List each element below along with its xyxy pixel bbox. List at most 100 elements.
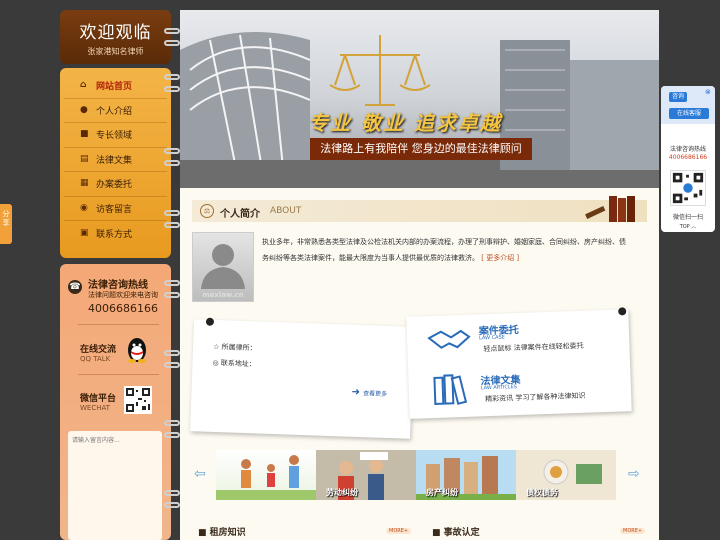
hero-banner: 专业 敬业 追求卓越 法律路上有我陪伴 您身边的最佳法律顾问: [180, 10, 659, 188]
service-case-desc: 轻点鼠标 法律案件在线轻松委托: [483, 341, 584, 354]
binder-ring: [164, 222, 180, 228]
about-title: 个人简介: [220, 209, 260, 220]
service-articles-en: LAW ARTICLES: [480, 384, 518, 392]
more-intro-link[interactable]: [ 更多介绍 ]: [481, 254, 519, 262]
online-service-button[interactable]: 在线客服: [669, 108, 709, 119]
binder-ring: [164, 280, 180, 286]
consult-badge: 咨询: [669, 92, 687, 102]
binder-ring: [164, 40, 180, 46]
message-textarea[interactable]: 请输入留言内容...: [68, 431, 162, 540]
binder-ring: [164, 362, 180, 368]
binder-ring: [164, 502, 180, 508]
binder-ring: [164, 490, 180, 496]
more-rental-link[interactable]: MORE+: [386, 528, 412, 534]
home-icon: ⌂: [80, 80, 87, 91]
banner-illustration: [180, 32, 659, 188]
pin-icon: [205, 317, 215, 326]
address-label: ◎ 联系地址：: [212, 358, 256, 369]
services-card: 案件委托 LAW CASE 轻点鼠标 法律案件在线轻松委托 法律文集 LAW A…: [406, 307, 632, 419]
arrow-icon: ➜: [351, 386, 364, 399]
share-tab[interactable]: 分享: [0, 204, 12, 244]
phone-icon: ☎: [68, 280, 82, 294]
about-title-en: ABOUT: [270, 206, 302, 216]
wechat-qr-code: [124, 386, 152, 414]
binder-ring: [164, 28, 180, 34]
hotline-number: 4006686166: [88, 302, 158, 315]
close-icon[interactable]: ⊗: [705, 88, 711, 96]
chat-icon: ◉: [80, 202, 88, 213]
image-gallery: ⇦ 劳动纠纷 房产纠纷 债权债务 ⇨: [192, 450, 647, 502]
user-icon: ●: [80, 104, 88, 115]
gallery-item[interactable]: 房产纠纷: [416, 450, 516, 500]
float-hotline-label: 法律咨询热线: [669, 146, 706, 153]
gallery-item[interactable]: 债权债务: [516, 450, 616, 500]
qq-penguin-icon[interactable]: [126, 337, 148, 363]
section-title-accident: ■ 事故认定: [432, 528, 480, 538]
gallery-item[interactable]: [216, 450, 316, 500]
section-title-rental: ■ 租房知识: [198, 528, 246, 538]
contact-panel: ☎ 法律咨询热线 法律问题欢迎来电咨询 4006686166 在线交流 QQ T…: [60, 264, 171, 540]
nav-item-contact[interactable]: ▣ 联系方式: [64, 221, 167, 246]
document-icon: ▦: [80, 178, 89, 189]
star-icon: ☆: [212, 342, 222, 352]
nav-item-guestbook[interactable]: ◉ 访客留言: [64, 197, 167, 221]
handshake-icon: [427, 329, 471, 349]
scales-icon: ⚖: [200, 204, 214, 218]
binder-ring: [164, 292, 180, 298]
binder-ring: [164, 86, 180, 92]
banner-tagline: 法律路上有我陪伴 您身边的最佳法律顾问: [310, 138, 532, 160]
books-icon: [433, 374, 468, 405]
binder-ring: [164, 432, 180, 438]
bullet-icon: ■: [432, 528, 444, 538]
view-more-link[interactable]: ➜ 查看更多: [351, 387, 387, 399]
float-hotline-number: 4006686166: [668, 154, 708, 161]
binder-ring: [164, 160, 180, 166]
pin-icon: [618, 307, 627, 316]
about-intro: 执业多年，非常熟悉各类型法律及公检法机关内部的办案流程，办理了刑事辩护、婚姻家庭…: [262, 238, 626, 262]
qq-title: 在线交流: [80, 345, 117, 355]
wechat-title: 微信平台: [80, 394, 117, 404]
bullet-icon: ■: [198, 528, 210, 538]
back-to-top[interactable]: TOP ︿: [661, 223, 715, 230]
main-content: ⚖ 个人简介 ABOUT maxlaw.cn 执业多年，非常熟悉各类型法律及公检…: [180, 188, 659, 540]
float-service-panel: 咨询 ⊗ 在线客服 法律咨询热线 4006686166 微信扫一扫 TOP ︿: [661, 86, 715, 232]
float-wechat-label: 微信扫一扫: [672, 214, 703, 221]
divider: [78, 324, 159, 325]
nav-item-cases[interactable]: ▦ 办案委托: [64, 172, 167, 197]
hotline-subtitle: 法律问题欢迎来电咨询: [88, 291, 158, 299]
chevron-up-icon: ︿: [689, 224, 697, 230]
nav-item-home[interactable]: ⌂ 网站首页: [64, 74, 167, 99]
main-nav: ⌂ 网站首页 ● 个人介绍 ■ 专长领域 ▤ 法律文集 ▦ 办案委托 ◉ 访客留言 ▣ 联系方…: [60, 68, 171, 258]
lawyer-photo: maxlaw.cn: [192, 232, 254, 302]
more-accident-link[interactable]: MORE+: [620, 528, 646, 534]
binder-ring: [164, 350, 180, 356]
binder-ring: [164, 210, 180, 216]
nav-item-articles[interactable]: ▤ 法律文集: [64, 148, 167, 172]
divider: [78, 374, 159, 375]
welcome-header: 欢迎观临 张家港知名律师: [60, 10, 171, 64]
service-case-en: LAW CASE: [478, 334, 505, 342]
qq-subtitle: QQ TALK: [80, 355, 111, 363]
hotline-title: 法律咨询热线: [88, 280, 148, 291]
about-header: ⚖ 个人简介 ABOUT: [192, 196, 647, 222]
welcome-title: 欢迎观临: [79, 23, 152, 43]
welcome-subtitle: 张家港知名律师: [87, 47, 144, 56]
contact-icon: ▣: [80, 227, 89, 238]
gallery-item[interactable]: 劳动纠纷: [316, 450, 416, 500]
nav-item-expertise[interactable]: ■ 专长领域: [64, 123, 167, 148]
family-image: [216, 455, 316, 500]
book-icon: ▤: [80, 153, 89, 164]
arrow-left-icon[interactable]: ⇦: [194, 466, 206, 482]
float-qr-code: [670, 170, 706, 206]
arrow-right-icon[interactable]: ⇨: [628, 466, 640, 482]
nav-item-about[interactable]: ● 个人介绍: [64, 99, 167, 123]
binder-ring: [164, 420, 180, 426]
binder-ring: [164, 148, 180, 154]
briefcase-icon: ■: [80, 129, 89, 140]
books-gavel-icon: [585, 196, 635, 222]
avatar-silhouette: [201, 244, 245, 289]
info-card: ☆ 所属律所： ◎ 联系地址： ➜ 查看更多: [190, 317, 414, 439]
banner-slogan: 专业 敬业 追求卓越: [308, 111, 502, 135]
wechat-subtitle: WECHAT: [80, 404, 111, 412]
service-articles-desc: 精彩资讯 学习了解各种法律知识: [485, 391, 586, 404]
